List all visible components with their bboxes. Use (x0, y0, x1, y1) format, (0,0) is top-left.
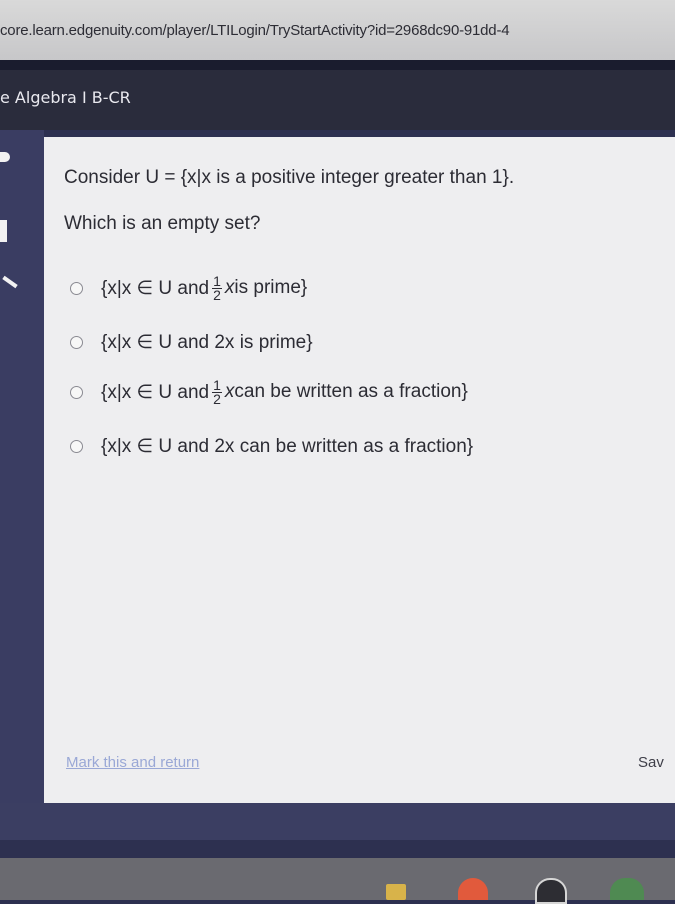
radio-button[interactable] (70, 385, 83, 399)
answer-option-1[interactable]: {x|x ∈ U and 1 2 x is prime} (70, 274, 308, 303)
question-prompt: Consider U = {x|x is a positive integer … (64, 167, 515, 188)
fraction-denominator: 2 (213, 286, 221, 303)
app-icon-2[interactable] (610, 878, 644, 900)
answer-option-2[interactable]: {x|x ∈ U and 2x is prime} (70, 329, 313, 355)
radio-button[interactable] (70, 281, 83, 295)
answer-option-3[interactable]: {x|x ∈ U and 1 2 x can be written as a f… (70, 378, 468, 407)
taskbar (0, 858, 675, 900)
browser-address-bar[interactable]: core.learn.edgenuity.com/player/LTILogin… (0, 0, 675, 60)
fraction: 1 2 (212, 274, 222, 303)
radio-button[interactable] (70, 439, 83, 453)
document-icon[interactable] (0, 220, 7, 242)
answer-option-4[interactable]: {x|x ∈ U and 2x can be written as a frac… (70, 433, 473, 459)
arrow-icon[interactable] (0, 152, 10, 162)
option-text: {x|x ∈ U and 2x is prime} (101, 331, 313, 353)
fraction: 1 2 (212, 378, 222, 407)
fraction-denominator: 2 (213, 390, 221, 407)
option-text-post: is prime} (234, 277, 308, 298)
course-header: e Algebra I B-CR (0, 70, 675, 130)
browser-strip (0, 60, 675, 70)
option-variable: x (224, 277, 235, 298)
mark-and-return-link[interactable]: Mark this and return (66, 754, 199, 771)
bottom-bar (0, 803, 675, 840)
pen-icon[interactable] (2, 275, 18, 289)
chrome-icon[interactable] (458, 878, 488, 900)
option-text-pre: {x|x ∈ U and (101, 277, 210, 299)
option-text-post: can be written as a fraction} (234, 381, 468, 402)
left-rail (0, 130, 44, 830)
url-text[interactable]: core.learn.edgenuity.com/player/LTILogin… (0, 22, 510, 39)
option-text-pre: {x|x ∈ U and (101, 381, 210, 403)
files-icon[interactable] (386, 884, 406, 900)
course-title: e Algebra I B-CR (0, 88, 131, 107)
option-variable: x (224, 381, 235, 402)
save-link[interactable]: Sav (638, 754, 664, 771)
question-ask: Which is an empty set? (64, 213, 261, 234)
question-card: Consider U = {x|x is a positive integer … (44, 137, 675, 803)
option-text: {x|x ∈ U and 2x can be written as a frac… (101, 435, 474, 457)
app-icon[interactable] (535, 878, 567, 904)
radio-button[interactable] (70, 335, 83, 349)
